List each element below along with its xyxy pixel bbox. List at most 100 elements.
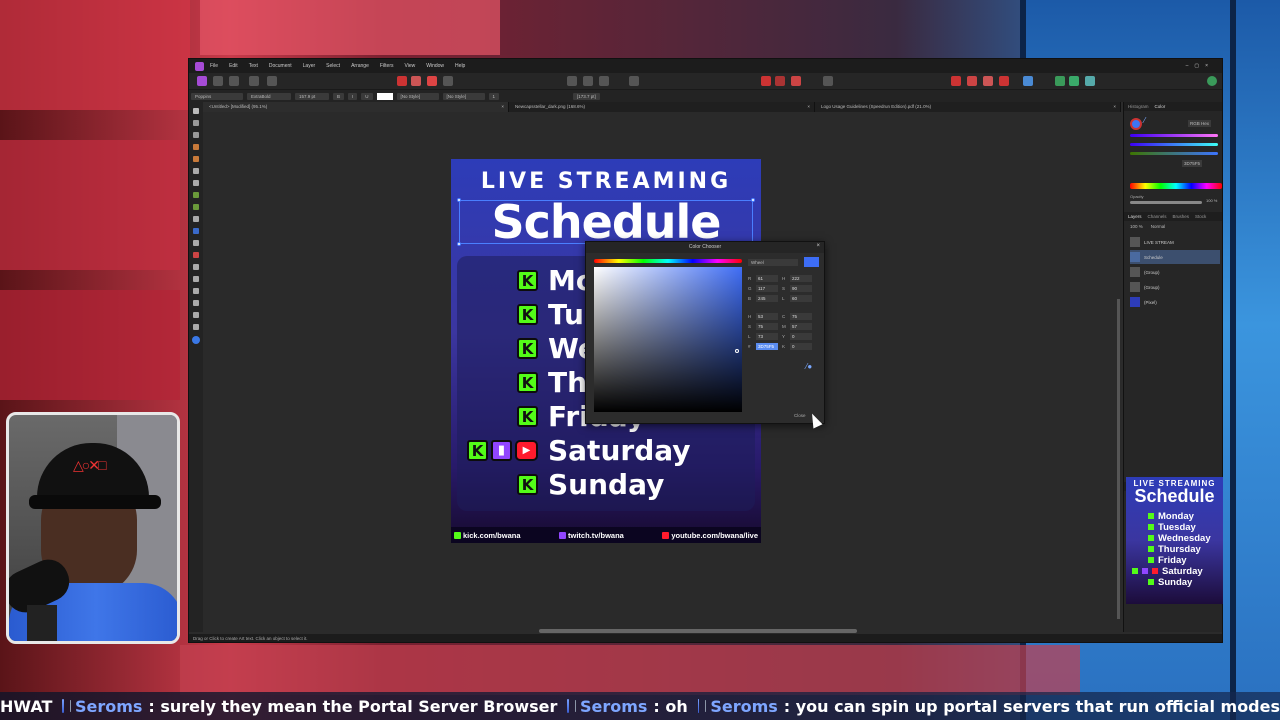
move-tool-icon[interactable] [193,108,199,114]
close-tab-icon[interactable]: × [1113,104,1116,109]
tab-layers[interactable]: Layers [1128,214,1142,219]
hue-slider[interactable] [594,259,742,263]
menu-edit[interactable]: Edit [229,63,238,69]
tab-channels[interactable]: Channels [1148,214,1167,219]
boolean-xor-icon[interactable] [443,76,453,86]
flip-icon[interactable] [761,76,771,86]
pen-tool-icon[interactable] [193,144,199,150]
fill-tool-icon[interactable] [193,180,199,186]
align-right-icon[interactable] [599,76,609,86]
artistic-text-icon[interactable] [193,288,199,294]
text-tool-icon[interactable] [193,228,199,234]
snapping-icon[interactable] [267,76,277,86]
text-fill-swatch[interactable] [376,92,393,100]
share-icon[interactable] [1069,76,1079,86]
boolean-intersect-icon[interactable] [427,76,437,86]
hex-field[interactable]: 3D75F5 [1182,160,1203,167]
assistant-icon[interactable] [1055,76,1065,86]
font-family-select[interactable]: Poppins [191,92,243,100]
frame-text-icon[interactable] [193,300,199,306]
color-mode-select[interactable]: RGB Hex [1188,120,1212,127]
snap-guides-icon[interactable] [983,76,993,86]
layer-row[interactable]: (Group) [1130,265,1220,279]
zoom-tool-icon[interactable] [193,324,199,330]
boolean-subtract-icon[interactable] [411,76,421,86]
tab-untitled[interactable]: <Untitled> [Modified] (95.1%) × [203,102,509,112]
vertical-scrollbar[interactable] [1117,299,1120,619]
menu-document[interactable]: Document [269,63,292,69]
hsl-s-field[interactable]: 75 [756,323,778,330]
tab-logo-usage[interactable]: Logo Usage Guidelines (Speedrun Edition)… [815,102,1121,112]
crop-tool-icon[interactable] [193,132,199,138]
shape-tool-icon[interactable] [193,216,199,222]
menu-filters[interactable]: Filters [380,63,394,69]
snap-objects-icon[interactable] [999,76,1009,86]
b-field[interactable]: 245 [756,295,778,302]
rectangle-tool-icon[interactable] [193,264,199,270]
transform-icon[interactable] [791,76,801,86]
gradient-tool-icon[interactable] [193,192,199,198]
y-field[interactable]: 0 [790,333,812,340]
tab-histogram[interactable]: Histogram [1128,104,1149,109]
font-style-select[interactable]: ExtraBold [247,92,291,100]
leading-field[interactable]: 1 [488,92,500,100]
menu-view[interactable]: View [405,63,416,69]
close-tab-icon[interactable]: × [501,104,504,109]
eyedropper-icon[interactable]: ⁄ [1144,116,1145,125]
char-style-select[interactable]: [No Style] [396,92,439,100]
arrange-icon[interactable] [629,76,639,86]
transparency-tool-icon[interactable] [193,204,199,210]
grid-icon[interactable] [249,76,259,86]
window-controls[interactable]: –▢× [1186,63,1214,69]
green-slider[interactable] [1130,143,1218,146]
align-center-icon[interactable] [583,76,593,86]
red-slider[interactable] [1130,134,1218,137]
view-mode-icon[interactable] [823,76,833,86]
selection-bounding-box[interactable] [457,198,755,246]
color-spectrum[interactable] [1130,183,1222,189]
align-left-icon[interactable] [567,76,577,86]
horizontal-scrollbar[interactable] [539,629,857,633]
menu-window[interactable]: Window [426,63,444,69]
layer-opacity-field[interactable]: 100 % [1130,224,1143,229]
m-field[interactable]: 57 [790,323,812,330]
fill-color-swatch[interactable] [192,336,200,344]
resize-handle[interactable] [457,198,461,202]
settings-icon[interactable] [1085,76,1095,86]
h-field[interactable]: 222 [790,275,812,282]
tracking-field[interactable]: [173.7 pt] [573,92,600,100]
vector-crop-icon[interactable] [193,240,199,246]
menu-file[interactable]: File [210,63,218,69]
layer-row[interactable]: Schedule [1130,250,1220,264]
saturation-value-picker[interactable] [594,267,742,412]
menu-help[interactable]: Help [455,63,465,69]
l-field[interactable]: 60 [790,295,812,302]
close-tab-icon[interactable]: × [807,104,810,109]
opacity-slider[interactable] [1130,201,1202,204]
para-style-select[interactable]: [No Style] [442,92,485,100]
persona-pixel-icon[interactable] [213,76,223,86]
k-field[interactable]: 0 [790,343,812,350]
node-tool-icon[interactable] [193,120,199,126]
persona-designer-icon[interactable] [197,76,207,86]
snap-grid-icon[interactable] [967,76,977,86]
g-field[interactable]: 117 [756,285,778,292]
color-picker-tool-icon[interactable] [193,252,199,258]
menu-text[interactable]: Text [249,63,258,69]
hex-input[interactable]: 3D75F5 [756,343,778,350]
tab-brushes[interactable]: Brushes [1173,214,1190,219]
tab-color[interactable]: Color [1155,104,1166,109]
layer-row[interactable]: LIVE STREAM [1130,235,1220,249]
color-marker[interactable] [735,349,739,353]
hsl-h-field[interactable]: 53 [756,313,778,320]
opacity-value[interactable]: 100 % [1206,198,1217,203]
blend-mode-select[interactable]: Normal [1151,224,1166,229]
brush-tool-icon[interactable] [193,168,199,174]
s-field[interactable]: 90 [790,285,812,292]
font-size-field[interactable]: 157.9 pt [295,92,329,100]
close-button[interactable]: Close [794,413,806,418]
italic-button[interactable]: I [348,92,358,100]
ellipse-tool-icon[interactable] [193,276,199,282]
tab-stock[interactable]: Stock [1195,214,1206,219]
account-icon[interactable] [1207,76,1217,86]
